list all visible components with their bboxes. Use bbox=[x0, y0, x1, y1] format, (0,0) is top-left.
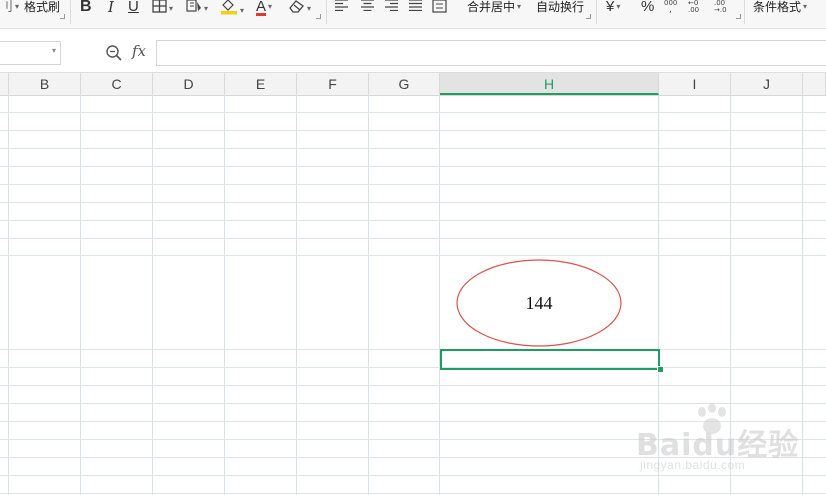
merge-center-button[interactable]: 合并居中 ▾ bbox=[467, 0, 521, 16]
ribbon-divider bbox=[326, 0, 327, 24]
alignment-group-launcher-icon[interactable] bbox=[586, 14, 591, 19]
currency-button[interactable]: ¥ ▾ bbox=[606, 0, 620, 15]
grid-line bbox=[368, 95, 369, 495]
paste-dropdown-caret[interactable]: 刂 ▾ bbox=[0, 0, 19, 15]
currency-icon: ¥ bbox=[606, 0, 615, 15]
auto-wrap-button[interactable]: 自动换行 bbox=[536, 0, 584, 16]
baidu-watermark: Baidu经验 jingyan.baidu.com bbox=[630, 402, 826, 482]
bold-button[interactable]: B bbox=[80, 0, 92, 15]
grid-line bbox=[8, 95, 9, 495]
fill-style-button[interactable]: ▾ bbox=[186, 0, 208, 15]
svg-text:→.0: →.0 bbox=[714, 6, 727, 13]
grid-line bbox=[0, 148, 826, 149]
column-header-g[interactable]: G bbox=[369, 73, 440, 95]
merge-center-label: 合并居中 bbox=[467, 0, 516, 14]
decrease-decimal-button[interactable]: .00 →.0 bbox=[714, 0, 732, 15]
font-color-button[interactable]: A ▾ bbox=[256, 0, 272, 16]
clear-format-button[interactable]: ▾ bbox=[288, 0, 311, 15]
chevron-down-icon[interactable]: ▾ bbox=[52, 46, 56, 55]
zoom-icon[interactable] bbox=[105, 44, 123, 62]
font-group-launcher-icon[interactable] bbox=[316, 14, 321, 19]
grid-line bbox=[0, 166, 826, 167]
fill-color-button[interactable]: ▾ bbox=[220, 0, 244, 15]
formula-input[interactable] bbox=[156, 40, 826, 66]
decrease-decimal-icon: .00→.0 bbox=[714, 0, 727, 14]
align-right-button[interactable] bbox=[384, 0, 399, 15]
active-cell-selection[interactable] bbox=[440, 349, 660, 370]
formula-bar: ▾ fx bbox=[0, 29, 826, 71]
align-left-button[interactable] bbox=[334, 0, 349, 15]
distributed-align-button[interactable] bbox=[432, 0, 447, 15]
align-center-icon bbox=[361, 0, 374, 12]
grid-line bbox=[152, 95, 153, 495]
svg-text:,: , bbox=[669, 5, 672, 13]
column-header-i[interactable]: I bbox=[659, 73, 731, 95]
grid-line bbox=[296, 95, 297, 495]
column-header-partial[interactable] bbox=[803, 73, 826, 95]
column-header-f[interactable]: F bbox=[297, 73, 369, 95]
grid-line bbox=[0, 184, 826, 185]
ribbon-toolbar: 刂 ▾ 格式刷 B I U ▾ ▾ ▾ A ▾ ▾ 合并居中 ▾ 自动换行 ¥ ▾ % … bbox=[0, 0, 826, 29]
ellipse-shape[interactable] bbox=[456, 259, 622, 347]
conditional-format-button[interactable]: 条件格式 ▾ bbox=[753, 0, 807, 16]
percent-button[interactable]: % bbox=[641, 0, 654, 15]
ellipse-outline bbox=[456, 259, 622, 347]
column-header-partial[interactable] bbox=[0, 73, 9, 95]
italic-button[interactable]: I bbox=[108, 0, 114, 15]
column-header-h[interactable]: H bbox=[440, 73, 659, 95]
grid-line bbox=[224, 95, 225, 495]
column-header-c[interactable]: C bbox=[81, 73, 153, 95]
justify-button[interactable] bbox=[408, 0, 423, 15]
grid-line bbox=[0, 130, 826, 131]
format-painter-button[interactable]: 格式刷 bbox=[24, 0, 60, 16]
thousands-separator-button[interactable]: 000, bbox=[664, 0, 680, 15]
column-header-b[interactable]: B bbox=[9, 73, 81, 95]
grid-line bbox=[0, 349, 826, 350]
grid-line bbox=[0, 238, 826, 239]
conditional-format-label: 条件格式 bbox=[753, 0, 802, 14]
align-center-button[interactable] bbox=[360, 0, 375, 15]
borders-icon bbox=[152, 0, 167, 13]
justify-icon bbox=[409, 0, 422, 12]
increase-decimal-button[interactable]: ←0.00 bbox=[688, 0, 706, 15]
name-box[interactable]: ▾ bbox=[0, 41, 61, 65]
grid-line bbox=[0, 385, 826, 386]
column-header-d[interactable]: D bbox=[153, 73, 225, 95]
align-left-icon bbox=[335, 0, 348, 12]
ribbon-divider bbox=[744, 0, 745, 24]
clipboard-group-launcher-icon[interactable] bbox=[60, 14, 65, 19]
fill-bucket-icon bbox=[221, 0, 237, 15]
ribbon-divider bbox=[70, 0, 71, 24]
column-header-row: B C D E F G H I J bbox=[0, 72, 826, 96]
font-color-glyph: A bbox=[256, 0, 267, 16]
increase-decimal-icon: ←0.00 bbox=[688, 0, 699, 14]
grid-line bbox=[439, 95, 440, 495]
grid-line bbox=[0, 255, 826, 256]
ribbon-divider bbox=[596, 0, 597, 24]
eraser-icon bbox=[289, 0, 304, 13]
grid-line bbox=[0, 112, 826, 113]
insert-function-button[interactable]: fx bbox=[132, 42, 146, 60]
grid-line bbox=[0, 367, 826, 368]
column-header-e[interactable]: E bbox=[225, 73, 297, 95]
watermark-url: jingyan.baidu.com bbox=[640, 458, 746, 472]
underline-button[interactable]: U bbox=[128, 0, 139, 15]
align-right-icon bbox=[385, 0, 398, 12]
grid-line bbox=[0, 202, 826, 203]
borders-button[interactable]: ▾ bbox=[152, 0, 173, 15]
fill-handle[interactable] bbox=[657, 366, 664, 373]
fill-style-icon bbox=[186, 0, 201, 12]
number-group-launcher-icon[interactable] bbox=[736, 14, 741, 19]
distributed-align-icon bbox=[432, 0, 447, 13]
svg-text:.00: .00 bbox=[688, 6, 699, 13]
grid-line bbox=[0, 493, 826, 494]
column-header-j[interactable]: J bbox=[731, 73, 803, 95]
thousands-separator-icon: 000, bbox=[664, 0, 677, 15]
grid-line bbox=[80, 95, 81, 495]
grid-line bbox=[0, 220, 826, 221]
